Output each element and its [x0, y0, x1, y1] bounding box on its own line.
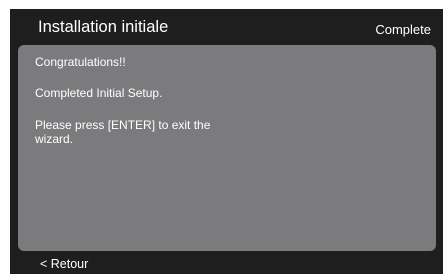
- exit-instruction-text: Please press [ENTER] to exit the wizard.: [35, 118, 211, 146]
- wizard-step-status: Complete: [375, 22, 431, 37]
- back-button[interactable]: < Retour: [40, 257, 88, 271]
- congratulations-text: Congratulations!!: [35, 55, 126, 69]
- completed-setup-text: Completed Initial Setup.: [35, 86, 163, 100]
- message-panel: Congratulations!! Completed Initial Setu…: [18, 45, 436, 251]
- wizard-title: Installation initiale: [38, 18, 169, 36]
- setup-wizard-screen: Installation initiale Complete Congratul…: [10, 9, 443, 274]
